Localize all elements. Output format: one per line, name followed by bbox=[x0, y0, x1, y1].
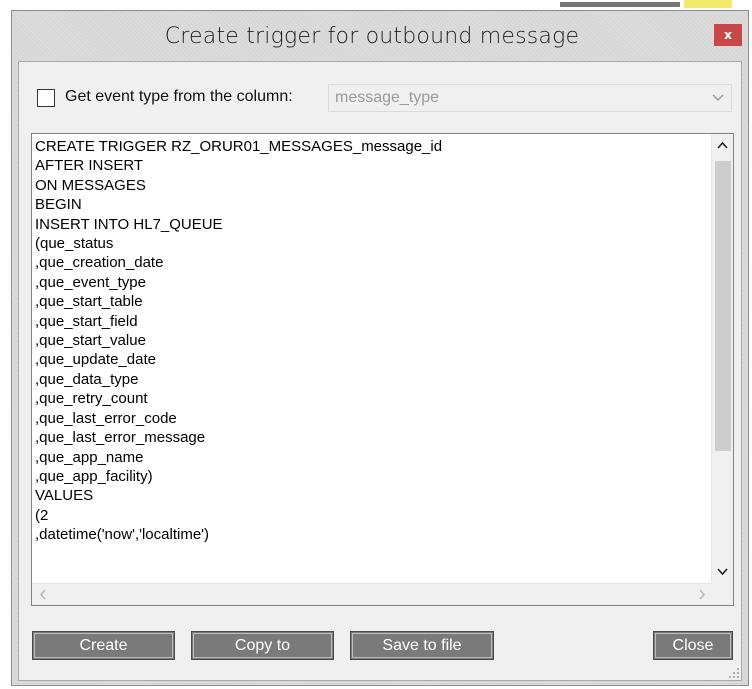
scroll-left-button[interactable] bbox=[32, 584, 54, 605]
code-line: (2 bbox=[35, 506, 49, 524]
code-line: AFTER INSERT bbox=[35, 157, 144, 175]
code-line: ,que_retry_count bbox=[35, 390, 148, 408]
scroll-down-button[interactable] bbox=[712, 559, 733, 583]
code-line: ,datetime('now','localtime') bbox=[35, 526, 210, 544]
create-button-label: Create bbox=[79, 636, 128, 654]
event-type-row: Get event type from the column: message_… bbox=[19, 84, 741, 112]
dialog-title: Create trigger for outbound message bbox=[164, 23, 580, 49]
create-trigger-dialog: Create trigger for outbound message x Ge… bbox=[11, 10, 749, 686]
code-line: ,que_event_type bbox=[35, 273, 146, 291]
dialog-body: Get event type from the column: message_… bbox=[18, 61, 742, 681]
code-line: ,que_creation_date bbox=[35, 254, 164, 272]
vertical-scroll-thumb[interactable] bbox=[715, 161, 731, 451]
chevron-right-icon bbox=[699, 589, 705, 600]
code-line: BEGIN bbox=[35, 196, 82, 214]
vertical-scrollbar[interactable] bbox=[711, 134, 733, 583]
code-line: ,que_update_date bbox=[35, 351, 156, 369]
event-type-column-value: message_type bbox=[335, 89, 440, 106]
chevron-down-icon bbox=[712, 94, 724, 101]
code-line: VALUES bbox=[35, 487, 94, 505]
code-line: ,que_start_table bbox=[35, 293, 143, 311]
code-line: ON MESSAGES bbox=[35, 176, 146, 194]
copy-to-button-label: Copy to bbox=[234, 636, 291, 654]
code-line: ,que_start_field bbox=[35, 312, 138, 330]
save-to-file-button[interactable]: Save to file bbox=[350, 631, 494, 660]
code-line: INSERT INTO HL7_QUEUE bbox=[35, 215, 223, 233]
code-line: CREATE TRIGGER RZ_ORUR01_MESSAGES_messag… bbox=[35, 138, 443, 155]
chevron-left-icon bbox=[40, 589, 46, 600]
scroll-right-button[interactable] bbox=[691, 584, 713, 605]
create-button[interactable]: Create bbox=[32, 631, 175, 660]
code-line: ,que_last_error_code bbox=[35, 409, 177, 427]
save-to-file-button-label: Save to file bbox=[382, 636, 462, 654]
code-line: ,que_app_name bbox=[35, 448, 144, 466]
code-line: ,que_start_value bbox=[35, 332, 146, 350]
code-line: (que_status bbox=[35, 235, 114, 253]
close-window-button[interactable]: x bbox=[714, 24, 742, 46]
close-button-label: Close bbox=[672, 636, 714, 654]
code-line: ,que_data_type bbox=[35, 370, 139, 388]
sql-code[interactable]: CREATE TRIGGER RZ_ORUR01_MESSAGES_messag… bbox=[35, 137, 715, 581]
event-type-column-select[interactable]: message_type bbox=[328, 84, 732, 112]
copy-to-button[interactable]: Copy to bbox=[191, 631, 334, 660]
scrollbar-corner bbox=[711, 583, 733, 605]
chevron-down-icon bbox=[717, 568, 728, 576]
trigger-sql-editor[interactable]: CREATE TRIGGER RZ_ORUR01_MESSAGES_messag… bbox=[31, 133, 734, 606]
close-button[interactable]: Close bbox=[653, 631, 733, 660]
resize-grip-icon[interactable] bbox=[728, 667, 740, 679]
code-line: ,que_app_facility) bbox=[35, 467, 153, 485]
background-text-fragment bbox=[560, 2, 680, 7]
event-type-checkbox[interactable] bbox=[37, 89, 55, 107]
chevron-up-icon bbox=[717, 141, 728, 149]
code-line: ,que_last_error_message bbox=[35, 429, 206, 447]
title-bar[interactable]: Create trigger for outbound message x bbox=[12, 11, 748, 61]
close-icon: x bbox=[724, 28, 732, 42]
background-highlight bbox=[684, 0, 732, 8]
event-type-checkbox-label[interactable]: Get event type from the column: bbox=[65, 88, 293, 106]
scroll-up-button[interactable] bbox=[712, 134, 733, 158]
horizontal-scrollbar[interactable] bbox=[32, 583, 713, 605]
